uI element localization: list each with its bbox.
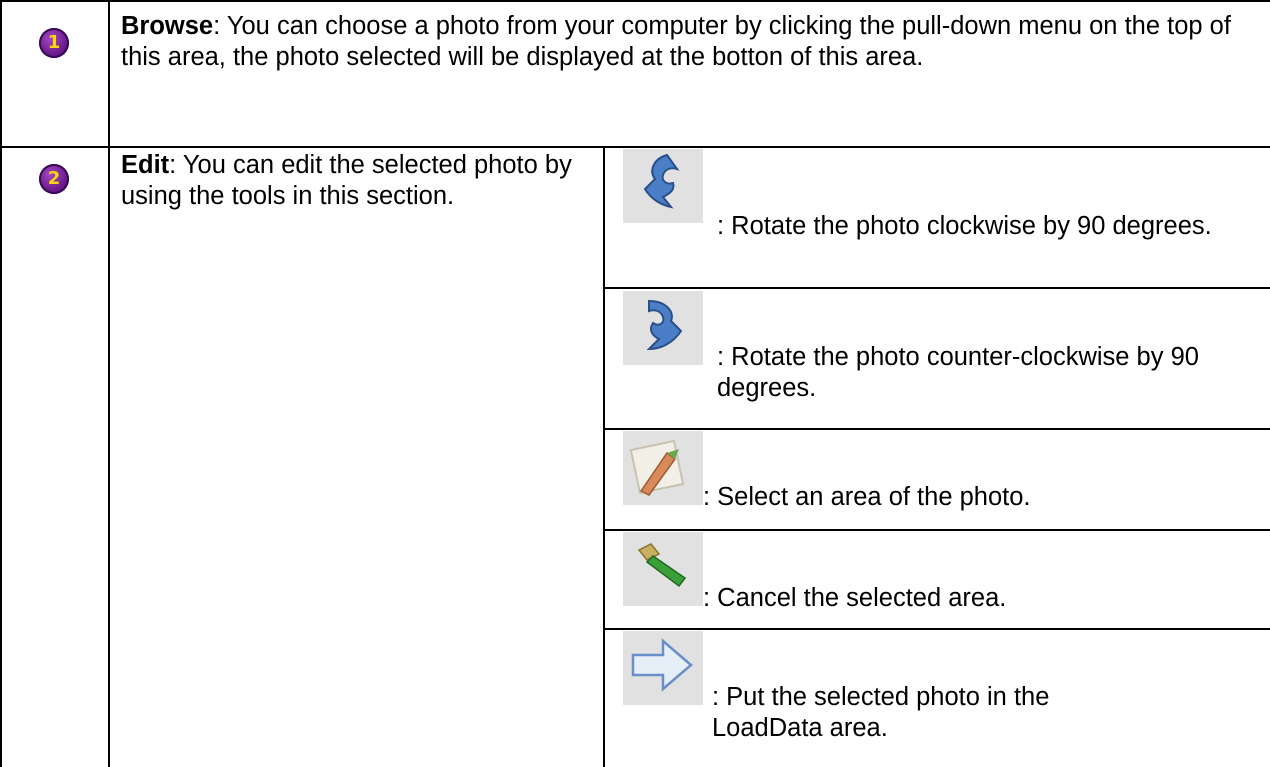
edit-description: Edit: You can edit the selected photo by… [121,150,591,212]
select-area-icon [623,431,703,505]
tool-column-divider [603,146,605,767]
tool-row-divider [603,529,1270,531]
edit-text: : You can edit the selected photo by usi… [121,151,572,210]
put-in-loaddata-arrow-icon [623,631,703,705]
tool-select-area: : Select an area of the photo. [703,483,1031,511]
rotate-counterclockwise-icon [623,291,703,365]
instructions-table: 1 Browse: You can choose a photo from yo… [0,0,1270,767]
number-column-divider [108,0,110,767]
tool-rotate-clockwise: : Rotate the photo clockwise by 90 degre… [717,212,1212,240]
browse-text: : You can choose a photo from your compu… [121,12,1231,71]
step-2-badge: 2 [39,164,69,194]
step-number: 1 [47,32,61,53]
edit-title: Edit [121,151,170,179]
step-number: 2 [47,168,61,189]
tool-rotate-counterclockwise: : Rotate the photo counter-clockwise by … [717,343,1199,402]
cancel-selection-icon [623,532,703,606]
tool-row-divider [603,628,1270,630]
table-border-left [0,0,2,767]
table-border-top [0,0,1270,2]
browse-description: Browse: You can choose a photo from your… [121,11,1261,73]
row-divider [0,146,1270,148]
tool-row-divider [603,287,1270,289]
tool-cancel-selection: : Cancel the selected area. [703,584,1007,612]
tool-put-in-loaddata: : Put the selected photo in the LoadData… [712,683,1050,742]
browse-title: Browse [121,12,214,40]
tool-row-divider [603,428,1270,430]
step-1-badge: 1 [39,28,69,58]
